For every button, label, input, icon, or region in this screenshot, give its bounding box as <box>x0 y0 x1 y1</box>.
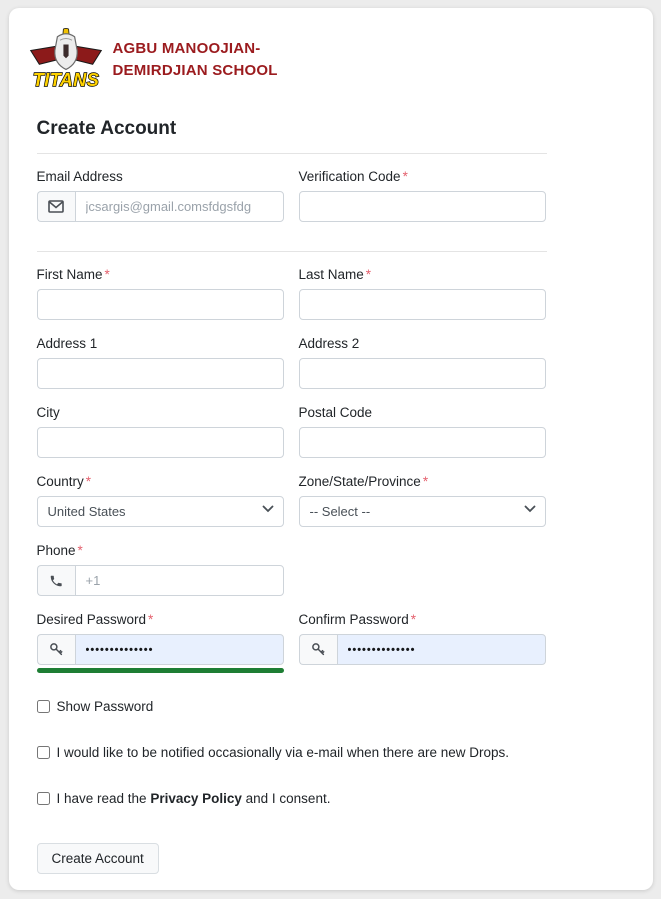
required-asterisk: * <box>148 612 153 627</box>
notify-checkbox[interactable] <box>37 746 50 759</box>
postal-code-label: Postal Code <box>299 405 546 420</box>
page-title: Create Account <box>37 118 633 140</box>
confirm-password-label: Confirm Password* <box>299 612 546 627</box>
privacy-label: I have read the Privacy Policy and I con… <box>57 791 331 808</box>
title-divider <box>37 153 547 154</box>
first-name-label: First Name* <box>37 267 284 282</box>
last-name-field[interactable] <box>299 289 546 320</box>
show-password-row: Show Password <box>37 699 547 716</box>
show-password-label: Show Password <box>57 699 154 716</box>
required-asterisk: * <box>403 169 408 184</box>
email-field[interactable] <box>75 191 284 222</box>
country-label: Country* <box>37 474 284 489</box>
desired-password-field[interactable] <box>75 634 284 665</box>
verification-code-field[interactable] <box>299 191 546 222</box>
required-asterisk: * <box>86 474 91 489</box>
create-account-card: TITANS AGBU MANOOJIAN- DEMIRDJIAN SCHOOL… <box>9 8 653 890</box>
city-field[interactable] <box>37 427 284 458</box>
privacy-row: I have read the Privacy Policy and I con… <box>37 791 547 808</box>
notify-label: I would like to be notified occasionally… <box>57 745 509 762</box>
email-label: Email Address <box>37 169 284 184</box>
privacy-policy-link[interactable]: Privacy Policy <box>150 791 242 806</box>
country-select[interactable]: United States <box>37 496 284 527</box>
zone-select[interactable]: -- Select -- <box>299 496 546 527</box>
verification-code-label: Verification Code* <box>299 169 546 184</box>
phone-label: Phone* <box>37 543 284 558</box>
svg-text:TITANS: TITANS <box>32 70 98 90</box>
desired-password-label: Desired Password* <box>37 612 284 627</box>
phone-field[interactable] <box>75 565 284 596</box>
required-asterisk: * <box>411 612 416 627</box>
required-asterisk: * <box>78 543 83 558</box>
address1-field[interactable] <box>37 358 284 389</box>
first-name-field[interactable] <box>37 289 284 320</box>
envelope-icon <box>37 191 75 222</box>
zone-label: Zone/State/Province* <box>299 474 546 489</box>
password-strength-bar <box>37 668 284 673</box>
address2-field[interactable] <box>299 358 546 389</box>
last-name-label: Last Name* <box>299 267 546 282</box>
phone-icon <box>37 565 75 596</box>
required-asterisk: * <box>105 267 110 282</box>
school-name-line1: AGBU MANOOJIAN- <box>113 38 278 60</box>
required-asterisk: * <box>423 474 428 489</box>
titans-school-logo: TITANS <box>29 28 103 92</box>
privacy-checkbox[interactable] <box>37 792 50 805</box>
key-icon <box>299 634 337 665</box>
required-asterisk: * <box>366 267 371 282</box>
school-name-line2: DEMIRDJIAN SCHOOL <box>113 60 278 82</box>
create-account-form: Email Address Verification Code* First N… <box>37 153 547 874</box>
school-brand-header: TITANS AGBU MANOOJIAN- DEMIRDJIAN SCHOOL <box>29 28 633 92</box>
address2-label: Address 2 <box>299 336 546 351</box>
key-icon <box>37 634 75 665</box>
address1-label: Address 1 <box>37 336 284 351</box>
confirm-password-field[interactable] <box>337 634 546 665</box>
postal-code-field[interactable] <box>299 427 546 458</box>
city-label: City <box>37 405 284 420</box>
show-password-checkbox[interactable] <box>37 700 50 713</box>
section-divider <box>37 251 547 252</box>
create-account-button[interactable]: Create Account <box>37 843 159 874</box>
school-name: AGBU MANOOJIAN- DEMIRDJIAN SCHOOL <box>113 38 278 82</box>
notify-row: I would like to be notified occasionally… <box>37 745 547 762</box>
